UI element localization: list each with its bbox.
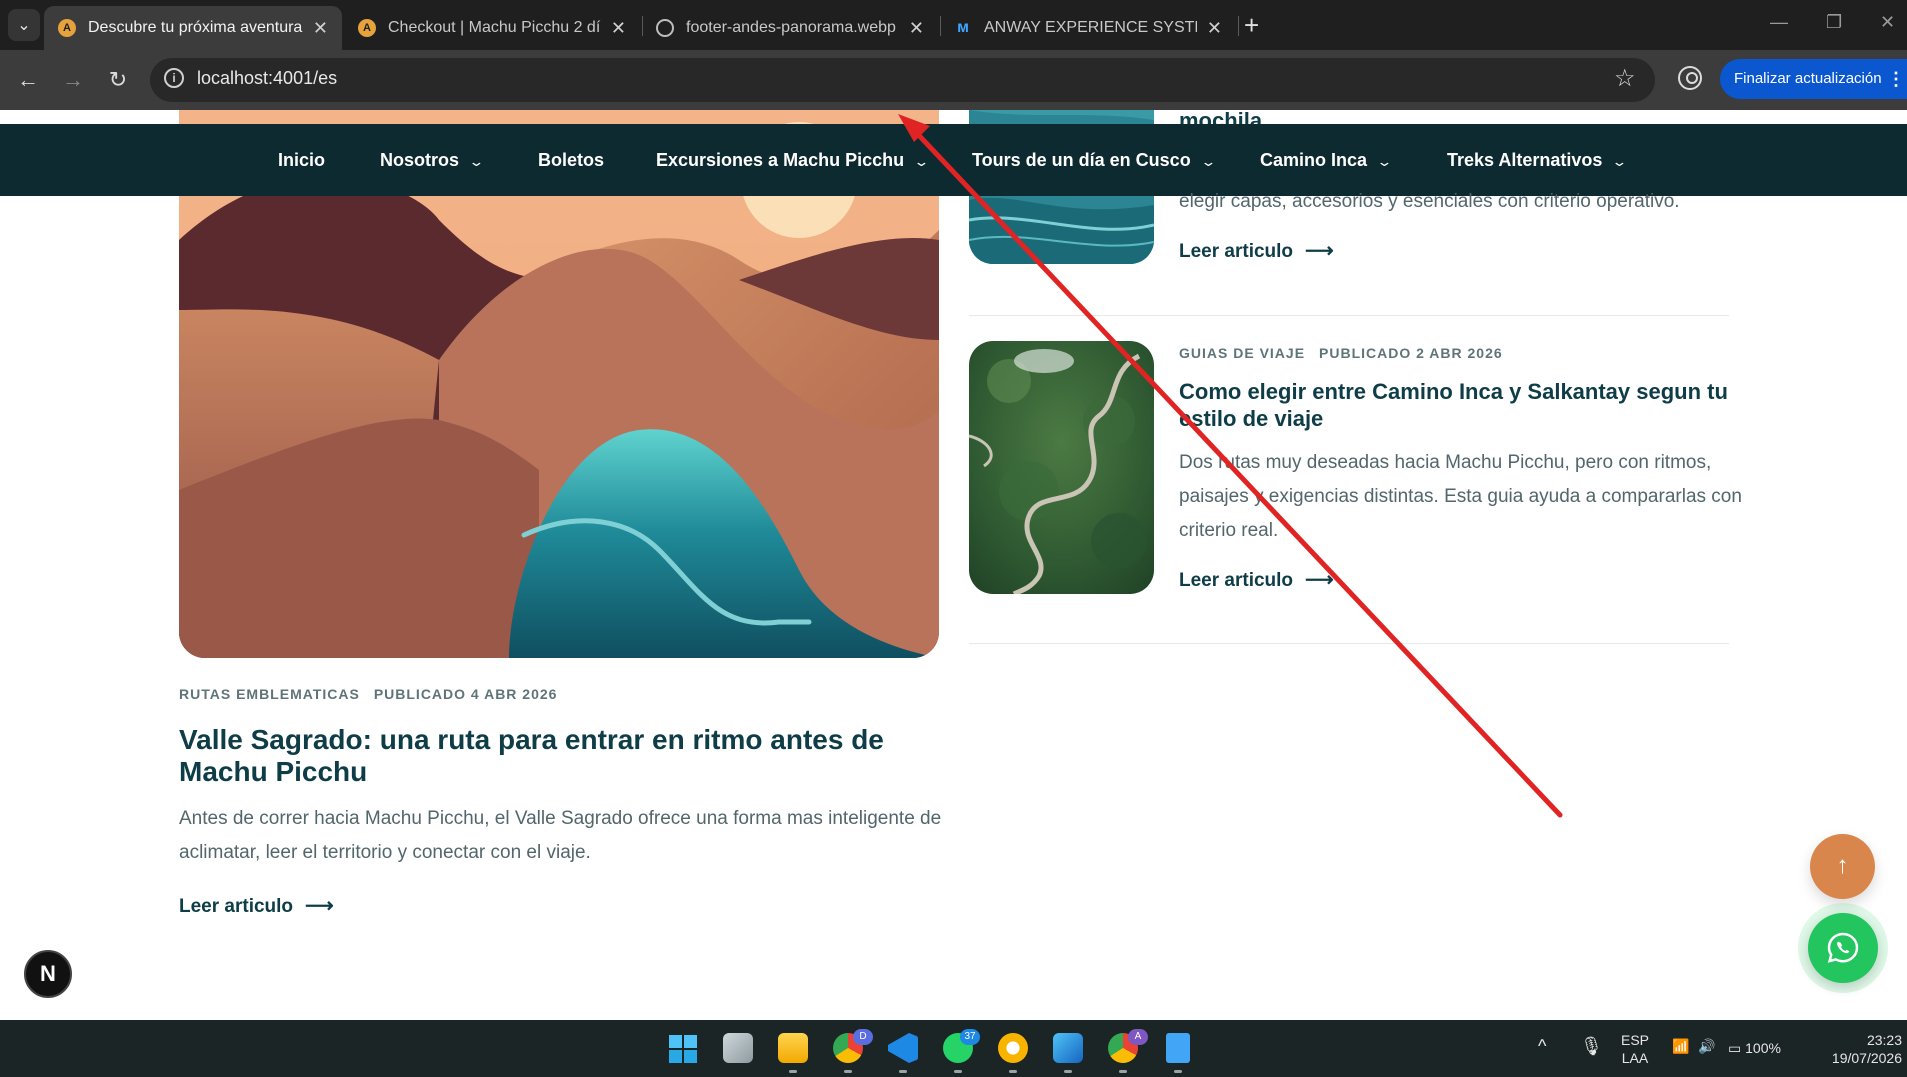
side-post-second-image[interactable] <box>969 341 1154 594</box>
file-explorer-icon[interactable] <box>778 1033 808 1063</box>
window-close-icon[interactable]: ✕ <box>1880 12 1895 33</box>
restore-icon[interactable]: ❐ <box>1826 12 1842 33</box>
close-icon[interactable]: ✕ <box>1207 18 1222 39</box>
featured-post-excerpt: Antes de correr hacia Machu Picchu, el V… <box>179 808 942 863</box>
nav-excursiones[interactable]: Excursiones a Machu Picchu ⌄ <box>656 124 930 196</box>
chrome-profile-badge: A <box>1128 1029 1148 1045</box>
featured-post-title[interactable]: Valle Sagrado: una ruta para entrar en r… <box>179 724 884 788</box>
post-date: PUBLICADO 4 ABR 2026 <box>373 686 558 702</box>
nav-nosotros[interactable]: Nosotros ⌄ <box>380 124 485 196</box>
whatsapp-unread-badge: 37 <box>960 1029 980 1045</box>
running-indicator <box>954 1070 962 1073</box>
chrome-profile-badge: D <box>853 1029 873 1045</box>
forward-icon[interactable]: → <box>57 64 89 96</box>
tab-checkout[interactable]: A Checkout | Machu Picchu 2 días ✕ <box>344 6 640 50</box>
back-icon[interactable]: ← <box>12 64 44 96</box>
site-info-icon[interactable]: i <box>164 68 184 88</box>
running-indicator <box>899 1070 907 1073</box>
tab-descubre[interactable]: A Descubre tu próxima aventura. ✕ <box>44 6 342 50</box>
featured-post-meta: RUTAS EMBLEMATICAS PUBLICADO 4 ABR 2026 <box>179 686 557 702</box>
whatsapp-button[interactable] <box>1808 913 1878 983</box>
tab-title: Descubre tu próxima aventura. <box>88 19 303 36</box>
tab-title: Checkout | Machu Picchu 2 días <box>388 19 601 36</box>
nav-inicio[interactable]: Inicio <box>278 124 325 196</box>
nextjs-dev-badge[interactable]: N <box>24 950 72 998</box>
close-icon[interactable]: ✕ <box>909 18 924 39</box>
globe-icon <box>656 19 674 37</box>
tab-footer-image[interactable]: footer-andes-panorama.webp ( ✕ <box>642 6 938 50</box>
reload-icon[interactable]: ↻ <box>102 64 134 96</box>
task-view-icon[interactable] <box>723 1033 753 1063</box>
running-indicator <box>1009 1070 1017 1073</box>
chrome-canary-icon[interactable] <box>998 1033 1028 1063</box>
notepad-icon[interactable] <box>1166 1033 1190 1063</box>
nav-tours-cusco[interactable]: Tours de un día en Cusco ⌄ <box>972 124 1216 196</box>
microphone-icon[interactable]: 🎙 <box>1580 1036 1603 1057</box>
chevron-down-icon: ⌄ <box>468 154 485 169</box>
side-post-second-excerpt: Dos rutas muy deseadas hacia Machu Picch… <box>1179 452 1742 541</box>
running-indicator <box>844 1070 852 1073</box>
scroll-to-top-button[interactable]: ↑ <box>1810 834 1875 899</box>
featured-post-read-more[interactable]: Leer articulo ⟶ <box>179 893 334 918</box>
show-hidden-icons[interactable]: ^ <box>1538 1036 1546 1057</box>
side-post-second-meta: GUIAS DE VIAJE PUBLICADO 2 ABR 2026 <box>1179 345 1503 361</box>
clock[interactable]: 23:23 19/07/2026 <box>1812 1031 1902 1067</box>
tab-separator <box>1238 16 1239 36</box>
post-category[interactable]: GUIAS DE VIAJE <box>1179 345 1305 361</box>
side-post-second-title[interactable]: Como elegir entre Camino Inca y Salkanta… <box>1179 378 1728 432</box>
arrow-right-icon: ⟶ <box>305 895 334 917</box>
post-date: PUBLICADO 2 ABR 2026 <box>1319 345 1503 361</box>
address-bar[interactable] <box>150 58 1655 102</box>
arrow-right-icon: ⟶ <box>1305 569 1334 591</box>
whatsapp-icon <box>1827 932 1859 963</box>
running-indicator <box>1119 1070 1127 1073</box>
anway-logo-icon: A <box>58 19 76 37</box>
finish-update-button[interactable]: Finalizar actualización <box>1720 59 1907 99</box>
new-tab-button[interactable]: + <box>1244 9 1259 41</box>
nav-boletos[interactable]: Boletos <box>538 124 604 196</box>
volume-icon[interactable]: 🔊 <box>1698 1038 1715 1055</box>
battery-icon: ▭ <box>1728 1040 1742 1056</box>
running-indicator <box>789 1070 797 1073</box>
side-post-second-read-more[interactable]: Leer articulo ⟶ <box>1179 567 1334 592</box>
side-post-top-excerpt: elegir capas, accesorios y esenciales co… <box>1179 191 1680 212</box>
close-icon[interactable]: ✕ <box>611 18 626 39</box>
running-indicator <box>1064 1070 1072 1073</box>
tab-anway-system[interactable]: ᴍ ANWAY EXPERIENCE SYSTEM ✕ <box>940 6 1236 50</box>
language-indicator[interactable]: ESP LAA <box>1616 1031 1654 1067</box>
browser-menu-icon[interactable]: ⋮ <box>1887 59 1905 99</box>
bookmark-star-icon[interactable]: ☆ <box>1614 64 1636 93</box>
chevron-down-icon: ⌄ <box>913 154 930 169</box>
arrow-up-icon: ↑ <box>1836 852 1849 879</box>
profile-icon[interactable] <box>1678 66 1702 90</box>
battery-indicator[interactable]: ▭ 100% <box>1728 1040 1781 1057</box>
tab-title: ANWAY EXPERIENCE SYSTEM <box>984 19 1197 36</box>
photos-icon[interactable] <box>1053 1033 1083 1063</box>
minimize-icon[interactable]: — <box>1770 12 1788 33</box>
running-indicator <box>1174 1070 1182 1073</box>
anway-m-icon: ᴍ <box>957 19 969 36</box>
post-divider <box>969 643 1729 644</box>
close-icon[interactable]: ✕ <box>313 18 328 39</box>
windows-start-icon[interactable] <box>668 1034 698 1064</box>
wifi-icon[interactable]: 📶 <box>1672 1038 1689 1055</box>
side-post-top-read-more[interactable]: Leer articulo ⟶ <box>1179 238 1334 263</box>
arrow-right-icon: ⟶ <box>1305 240 1334 262</box>
winding-road-aerial-photo <box>969 341 1154 594</box>
tab-title: footer-andes-panorama.webp ( <box>686 19 899 36</box>
post-category[interactable]: RUTAS EMBLEMATICAS <box>179 686 360 702</box>
anway-logo-icon: A <box>358 19 376 37</box>
post-divider <box>969 315 1729 316</box>
address-url[interactable]: localhost:4001/es <box>197 68 337 89</box>
tab-search-button[interactable]: ⌄ <box>8 9 40 41</box>
